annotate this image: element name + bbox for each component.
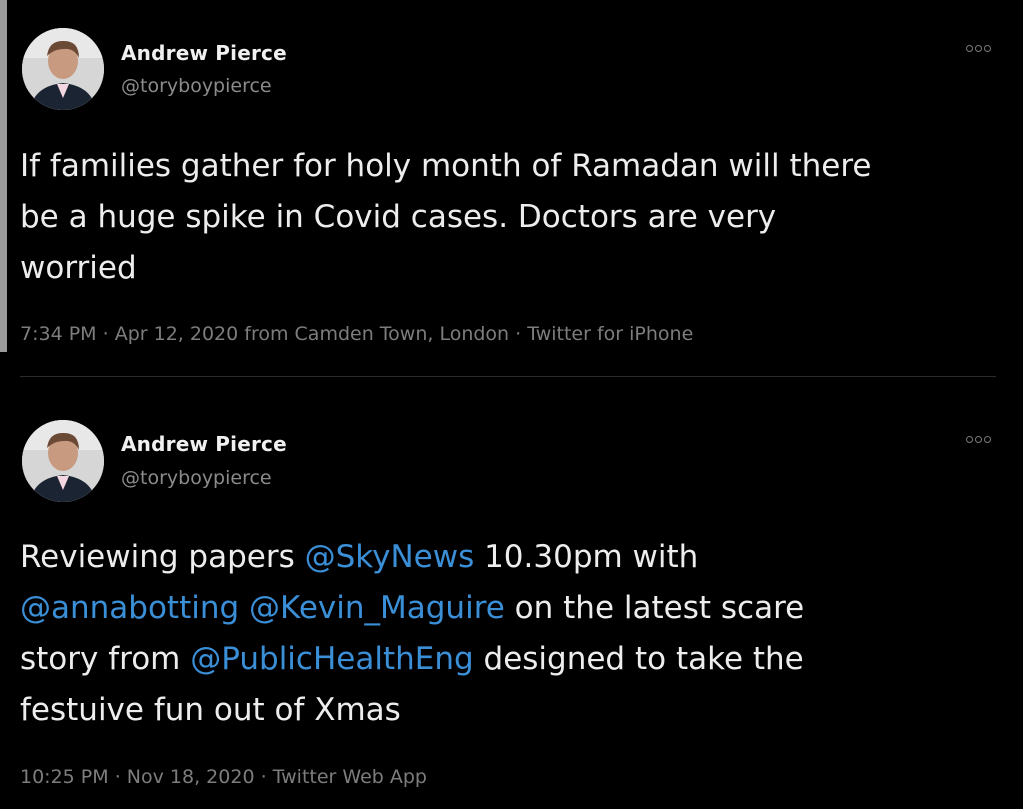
avatar-photo-icon bbox=[22, 28, 104, 110]
tweet-text-segment: Reviewing papers bbox=[20, 539, 305, 575]
meta-separator: · bbox=[515, 323, 528, 345]
meta-separator: · bbox=[114, 766, 127, 788]
tweet-time[interactable]: 7:34 PM bbox=[20, 323, 97, 345]
avatar-photo-icon bbox=[22, 420, 104, 502]
more-options-icon[interactable] bbox=[966, 45, 991, 52]
tweet-meta: 10:25 PM · Nov 18, 2020 · Twitter Web Ap… bbox=[20, 766, 427, 788]
tweet-card[interactable]: Andrew Pierce @toryboypierce If families… bbox=[0, 0, 1023, 376]
meta-separator: · bbox=[260, 766, 273, 788]
tweet-client[interactable]: Twitter Web App bbox=[273, 766, 427, 788]
author-name[interactable]: Andrew Pierce bbox=[121, 41, 287, 65]
tweet-text-segment: on the latest scare bbox=[504, 590, 805, 626]
author-name[interactable]: Andrew Pierce bbox=[121, 432, 287, 456]
tweet-date[interactable]: Nov 18, 2020 bbox=[127, 766, 255, 788]
tweet-text-line: be a huge spike in Covid cases. Doctors … bbox=[20, 199, 777, 235]
tweet-text-line: worried bbox=[20, 250, 137, 286]
tweet-meta: 7:34 PM · Apr 12, 2020 from Camden Town,… bbox=[20, 323, 693, 345]
tweet-date[interactable]: Apr 12, 2020 bbox=[115, 323, 239, 345]
mention-link[interactable]: @annabotting bbox=[20, 590, 239, 626]
tweet-location[interactable]: from Camden Town, London bbox=[244, 323, 509, 345]
tweet-text-segment: festuive fun out of Xmas bbox=[20, 692, 401, 728]
tweet-time[interactable]: 10:25 PM bbox=[20, 766, 109, 788]
mention-link[interactable]: @Kevin_Maguire bbox=[249, 590, 505, 626]
avatar[interactable] bbox=[22, 28, 104, 110]
tweet-text-line: If families gather for holy month of Ram… bbox=[20, 148, 872, 184]
tweet-text: If families gather for holy month of Ram… bbox=[20, 141, 1000, 294]
mention-link[interactable]: @PublicHealthEng bbox=[190, 641, 473, 677]
tweet-client[interactable]: Twitter for iPhone bbox=[527, 323, 693, 345]
text-space bbox=[239, 590, 249, 626]
tweet-text-segment: designed to take the bbox=[473, 641, 804, 677]
more-options-icon[interactable] bbox=[966, 436, 991, 443]
mention-link[interactable]: @SkyNews bbox=[305, 539, 475, 575]
author-handle[interactable]: @toryboypierce bbox=[121, 467, 272, 489]
tweet-text-segment: 10.30pm with bbox=[474, 539, 699, 575]
tweet-divider bbox=[20, 376, 996, 377]
meta-separator: · bbox=[102, 323, 115, 345]
tweet-card[interactable]: Andrew Pierce @toryboypierce Reviewing p… bbox=[0, 380, 1023, 809]
avatar[interactable] bbox=[22, 420, 104, 502]
author-handle[interactable]: @toryboypierce bbox=[121, 75, 272, 97]
tweet-text-segment: story from bbox=[20, 641, 191, 677]
tweet-text: Reviewing papers @SkyNews 10.30pm with @… bbox=[20, 532, 1000, 736]
